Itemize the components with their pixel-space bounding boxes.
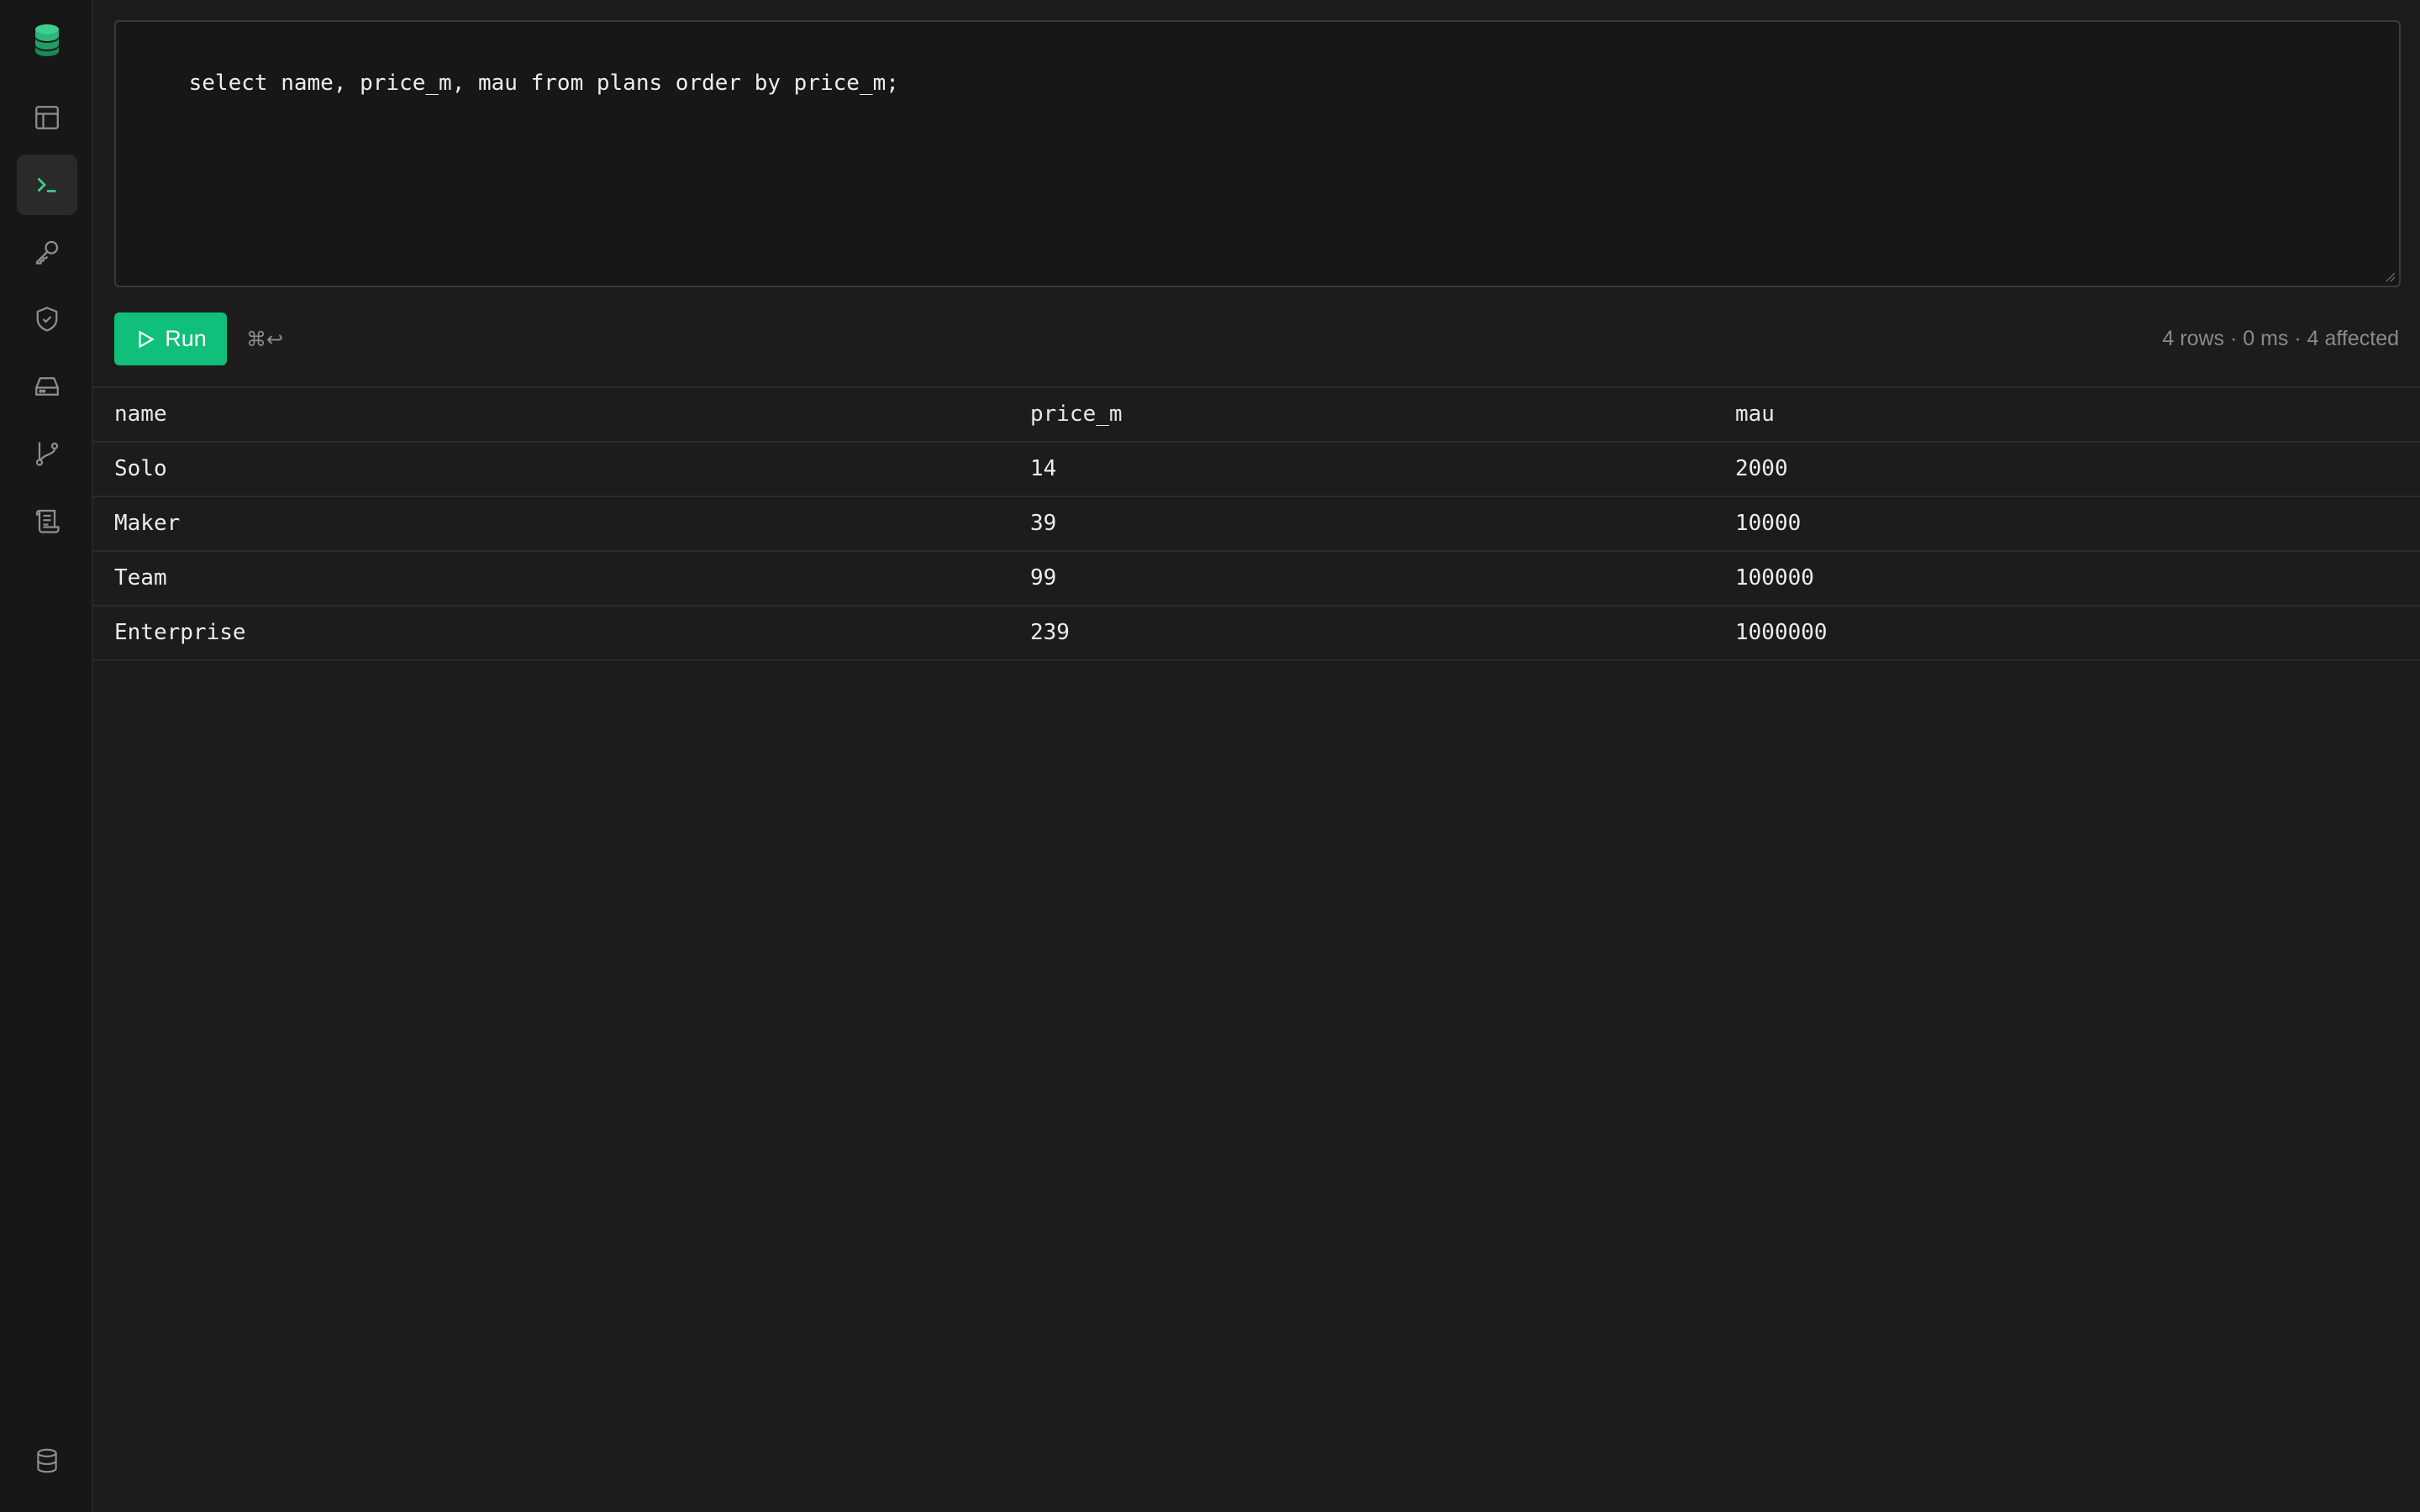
column-header-mau[interactable]: mau [1735, 388, 1775, 441]
scroll-log-icon [35, 509, 60, 533]
sql-editor[interactable]: select name, price_m, mau from plans ord… [114, 20, 2401, 287]
database-logo-icon[interactable] [32, 24, 62, 57]
cell-price-m: 14 [1030, 456, 1057, 481]
column-header-price-m[interactable]: price_m [1030, 388, 1123, 441]
run-button[interactable]: Run [114, 312, 227, 365]
table-header-row: name price_m mau [93, 388, 2420, 443]
table-row[interactable]: Team 99 100000 [93, 552, 2420, 606]
storage-icon [35, 377, 59, 396]
table-icon [35, 106, 59, 129]
cell-price-m: 39 [1030, 511, 1057, 536]
key-icon [35, 240, 59, 265]
run-shortcut-hint: ⌘↩ [246, 328, 284, 351]
git-branch-icon [35, 442, 59, 466]
cell-name: Maker [114, 511, 181, 536]
table-row[interactable]: Maker 39 10000 [93, 497, 2420, 552]
sidebar-item-database[interactable] [17, 1431, 77, 1491]
cell-name: Team [114, 565, 167, 591]
cell-price-m: 99 [1030, 565, 1057, 591]
play-icon [139, 329, 155, 349]
sidebar-item-sql-editor[interactable] [17, 155, 77, 215]
sidebar-item-storage[interactable] [17, 356, 77, 417]
cell-mau: 1000000 [1735, 620, 1828, 645]
database-icon [37, 1448, 57, 1473]
sidebar-item-logs[interactable] [17, 491, 77, 551]
table-row[interactable]: Enterprise 239 1000000 [93, 606, 2420, 661]
column-header-name[interactable]: name [114, 388, 167, 441]
resize-grip-icon[interactable] [2384, 270, 2396, 282]
results-table: name price_m mau Solo 14 2000 Maker 39 1… [93, 386, 2420, 661]
run-button-label: Run [165, 326, 207, 351]
shield-check-icon [36, 307, 58, 332]
main-panel: select name, price_m, mau from plans ord… [93, 0, 2420, 1512]
query-status: 4 rows · 0 ms · 4 affected [2162, 327, 2399, 350]
cell-name: Solo [114, 456, 167, 481]
sidebar-item-table-editor[interactable] [17, 87, 77, 148]
sidebar-item-branches[interactable] [17, 423, 77, 484]
cell-mau: 10000 [1735, 511, 1802, 536]
cell-mau: 2000 [1735, 456, 1788, 481]
cell-mau: 100000 [1735, 565, 1814, 591]
cell-price-m: 239 [1030, 620, 1070, 645]
sidebar-item-auth[interactable] [17, 222, 77, 282]
sidebar-item-policies[interactable] [17, 289, 77, 349]
sidebar [0, 0, 93, 1512]
cell-name: Enterprise [114, 620, 246, 645]
terminal-icon [37, 177, 56, 192]
sql-query-text[interactable]: select name, price_m, mau from plans ord… [189, 71, 899, 96]
table-row[interactable]: Solo 14 2000 [93, 443, 2420, 497]
